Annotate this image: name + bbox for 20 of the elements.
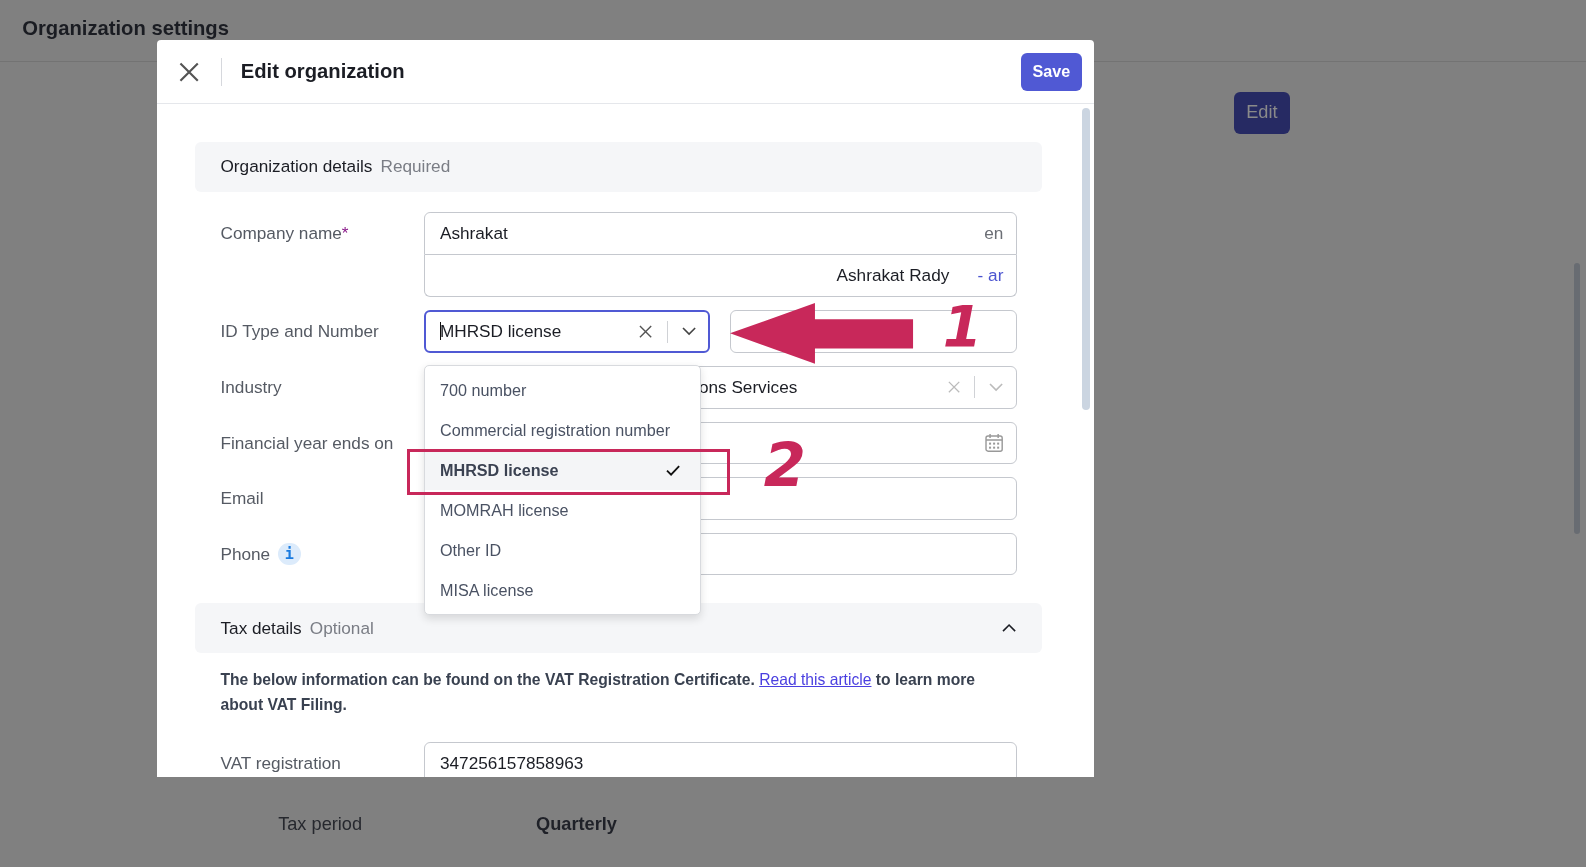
section-tag: Required xyxy=(380,156,451,178)
step-number: 2 xyxy=(763,434,806,496)
step-number: 1 xyxy=(942,299,983,357)
required-mark: * xyxy=(341,222,349,246)
section-title: Organization details xyxy=(220,156,373,178)
field-label: Tax period xyxy=(278,814,364,836)
field-label: Phone xyxy=(220,542,271,566)
page-title: Organization settings xyxy=(22,16,229,40)
field-label: Industry xyxy=(220,376,282,400)
field-label: Financial year ends on xyxy=(220,431,394,455)
section-title: Tax details xyxy=(220,617,302,639)
info-paragraph: The below information can be found on the VAT Registration Certificate. Read this article to learn more about VAT Filing. xyxy=(220,670,976,715)
field-value: Quarterly xyxy=(536,814,617,836)
modal-title: Edit organization xyxy=(240,60,406,84)
field-label: Company name xyxy=(220,222,342,246)
field-label: ID Type and Number xyxy=(220,320,379,344)
language-tag: en xyxy=(984,223,1004,245)
section-tag: Optional xyxy=(309,617,374,639)
field-label: Email xyxy=(220,487,264,511)
field-label: VAT registration xyxy=(220,752,341,776)
